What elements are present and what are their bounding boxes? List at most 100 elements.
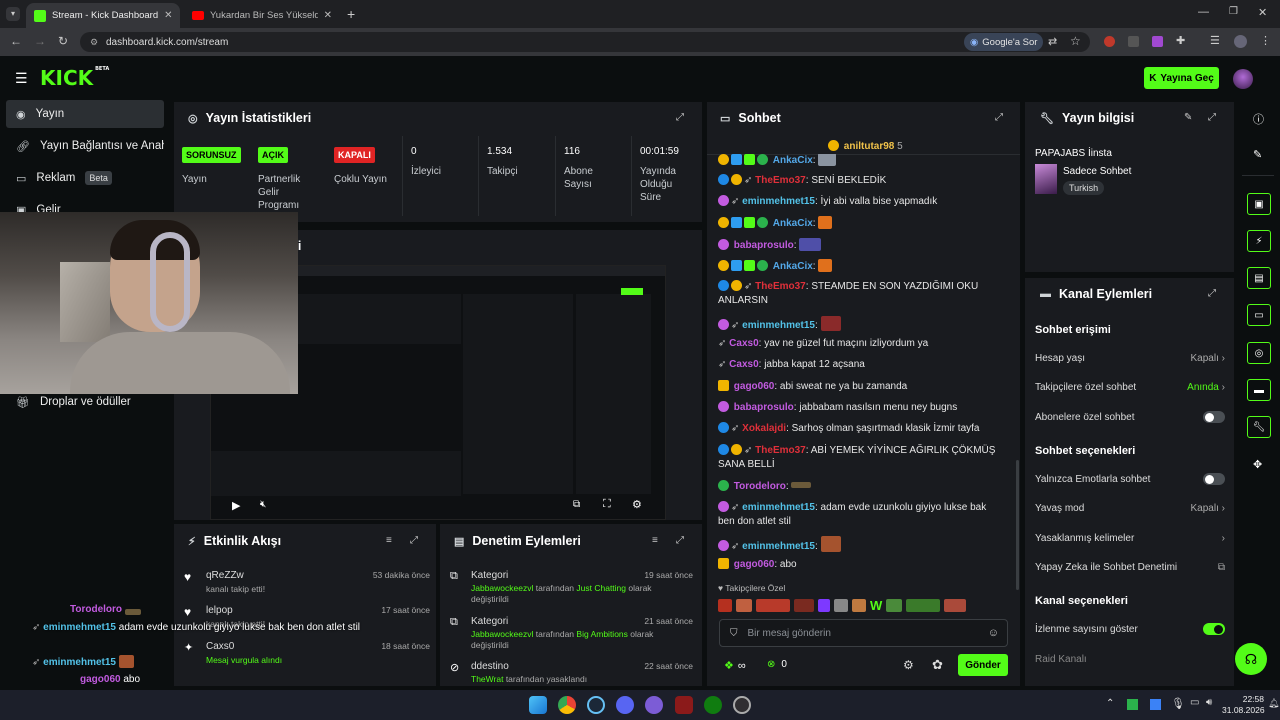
mute-icon[interactable]: 🔇︎ bbox=[260, 499, 266, 510]
extension-icon[interactable] bbox=[1152, 36, 1163, 47]
translate-icon[interactable]: ⇄ bbox=[1048, 35, 1057, 48]
bookmark-star-icon[interactable]: ☆ bbox=[1070, 34, 1081, 48]
pencil-icon[interactable]: ✎ bbox=[1253, 148, 1262, 161]
close-window-button[interactable]: ✕ bbox=[1258, 6, 1267, 19]
xbox-icon[interactable] bbox=[704, 696, 722, 714]
edit-icon[interactable]: ✎ bbox=[1184, 112, 1192, 123]
emote-icon[interactable] bbox=[736, 598, 752, 612]
expand-icon[interactable]: ⤢ bbox=[410, 535, 418, 546]
more-widgets-icon[interactable]: ✥ bbox=[1253, 458, 1262, 471]
emote-icon[interactable] bbox=[818, 598, 830, 612]
tray-chevron-icon[interactable]: ⌃ bbox=[1106, 698, 1114, 709]
discord-icon[interactable] bbox=[616, 696, 634, 714]
chat-username[interactable]: Caxs0 bbox=[729, 359, 758, 370]
discord-ptb-icon[interactable] bbox=[645, 696, 663, 714]
network-icon[interactable]: ▭ bbox=[1190, 697, 1199, 708]
chat-username[interactable]: Caxs0 bbox=[729, 338, 758, 349]
back-icon[interactable]: ← bbox=[10, 34, 22, 48]
chat-username[interactable]: AnkaCix bbox=[773, 261, 813, 272]
fullscreen-icon[interactable]: ⛶ bbox=[603, 498, 611, 511]
filter-icon[interactable]: ≡ bbox=[386, 535, 392, 546]
expand-icon[interactable]: ⤢ bbox=[1208, 288, 1216, 299]
sidebar-item-reklam[interactable]: ▭ Reklam Beta bbox=[6, 164, 164, 192]
emote-icon[interactable] bbox=[756, 598, 790, 612]
chat-username[interactable]: eminmehmet15 bbox=[742, 502, 815, 513]
notification-bell-icon[interactable]: 🔔︎ bbox=[1268, 698, 1279, 709]
settings-gear-icon[interactable]: ⚙ bbox=[632, 498, 642, 511]
tab-youtube[interactable]: Yukardan Bir Ses Yükseldi - Pab ✕ bbox=[184, 3, 340, 28]
setting-subscribers-only[interactable]: Abonelere özel sohbet bbox=[1035, 410, 1225, 424]
widget-button-video[interactable]: ▣ bbox=[1247, 193, 1271, 215]
sidebar-item-yayin[interactable]: ◉ Yayın bbox=[6, 100, 164, 128]
hamburger-menu-icon[interactable]: ☰ bbox=[15, 70, 28, 87]
emote-icon[interactable] bbox=[718, 598, 732, 612]
setting-raid-channel[interactable]: Raid Kanalı bbox=[1035, 652, 1225, 666]
widget-button-actions[interactable]: ▬ bbox=[1247, 379, 1271, 401]
send-button[interactable]: Gönder bbox=[958, 654, 1008, 676]
steam-icon[interactable] bbox=[587, 696, 605, 714]
tab-kick-dashboard[interactable]: Stream - Kick Dashboard ✕ bbox=[26, 3, 180, 28]
expand-icon[interactable]: ⤢ bbox=[676, 535, 684, 546]
chat-settings-icon[interactable]: ⚙ bbox=[903, 658, 914, 672]
extension-icon[interactable] bbox=[1104, 36, 1115, 47]
reload-icon[interactable]: ↻ bbox=[58, 34, 68, 48]
widget-button-stats[interactable]: ◎ bbox=[1247, 342, 1271, 364]
chat-username[interactable]: AnkaCix bbox=[773, 218, 813, 229]
minimize-button[interactable]: — bbox=[1198, 6, 1209, 18]
close-icon[interactable]: ✕ bbox=[164, 10, 172, 21]
chat-username[interactable]: eminmehmet15 bbox=[742, 320, 815, 331]
avatar[interactable] bbox=[1233, 69, 1253, 89]
volume-icon[interactable]: 🔊︎ bbox=[1206, 697, 1212, 708]
setting-account-age[interactable]: Hesap yaşı Kapalı › bbox=[1035, 351, 1225, 365]
chat-username[interactable]: babaprosulo bbox=[734, 240, 794, 251]
setting-slow-mode[interactable]: Yavaş mod Kapalı › bbox=[1035, 501, 1225, 515]
widget-button-info[interactable]: 🔧︎ bbox=[1247, 416, 1271, 438]
emote-bar[interactable]: W bbox=[718, 597, 1008, 613]
go-live-button[interactable]: K Yayına Geç bbox=[1144, 67, 1219, 89]
chat-username[interactable]: TheEmo37 bbox=[755, 175, 806, 186]
chat-input[interactable]: ⛉ Bir mesaj gönderin ☺ bbox=[719, 619, 1008, 647]
profile-icon[interactable] bbox=[1234, 35, 1247, 48]
emotes-only-toggle[interactable] bbox=[1203, 473, 1225, 485]
emote-icon[interactable] bbox=[886, 598, 903, 612]
info-icon[interactable]: ⓘ bbox=[1253, 111, 1264, 127]
emote-icon[interactable] bbox=[834, 598, 848, 612]
viewcount-toggle[interactable] bbox=[1203, 623, 1225, 635]
setting-banned-words[interactable]: Yasaklanmış kelimeler › bbox=[1035, 531, 1225, 545]
support-button[interactable]: ☊ bbox=[1235, 643, 1267, 675]
tray-app-icon[interactable] bbox=[1127, 699, 1138, 710]
close-icon[interactable]: ✕ bbox=[324, 10, 332, 21]
obs-icon[interactable] bbox=[733, 696, 751, 714]
tray-app-icon[interactable] bbox=[1150, 699, 1161, 710]
chat-username[interactable]: AnkaCix bbox=[773, 155, 813, 166]
emote-icon[interactable] bbox=[852, 598, 866, 612]
chat-username[interactable]: eminmehmet15 bbox=[742, 541, 815, 552]
emote-icon[interactable] bbox=[906, 598, 941, 612]
maximize-button[interactable]: ❐ bbox=[1229, 6, 1238, 17]
setting-show-viewcount[interactable]: İzlenme sayısını göster bbox=[1035, 622, 1225, 636]
tab-list-button[interactable]: ▾ bbox=[6, 7, 20, 21]
chat-username[interactable]: Torodeloro bbox=[734, 481, 786, 492]
filter-icon[interactable]: ≡ bbox=[652, 535, 658, 546]
chat-username[interactable]: gago060 bbox=[734, 559, 775, 570]
chat-username[interactable]: TheEmo37 bbox=[755, 281, 806, 292]
sidebar-item-stream-key[interactable]: 🔗︎ Yayın Bağlantısı ve Anahtar bbox=[6, 132, 164, 160]
chat-username[interactable]: babaprosulo bbox=[734, 402, 794, 413]
chat-username[interactable]: eminmehmet15 bbox=[742, 196, 815, 207]
reading-list-icon[interactable]: ☰ bbox=[1210, 34, 1220, 47]
setting-followers-only[interactable]: Takipçilere özel sohbet Anında › bbox=[1035, 380, 1225, 394]
expand-icon[interactable]: ⤢ bbox=[1208, 112, 1216, 123]
browser-menu-icon[interactable]: ⋮ bbox=[1260, 34, 1271, 47]
chrome-icon[interactable] bbox=[558, 696, 576, 714]
forward-icon[interactable]: → bbox=[34, 34, 46, 48]
extensions-puzzle-icon[interactable]: ✚ bbox=[1176, 34, 1185, 47]
widget-button-chat[interactable]: ▭ bbox=[1247, 304, 1271, 326]
chat-username[interactable]: Xokalajdi bbox=[742, 423, 786, 434]
emoji-icon[interactable]: ☺ bbox=[988, 627, 999, 639]
new-tab-button[interactable]: + bbox=[347, 6, 355, 22]
site-info-icon[interactable]: ⚙ bbox=[90, 37, 98, 48]
emote-icon[interactable] bbox=[794, 598, 814, 612]
setting-emotes-only[interactable]: Yalnızca Emotlarla sohbet bbox=[1035, 472, 1225, 486]
kick-logo[interactable]: KICK BETA bbox=[40, 66, 109, 90]
subscribers-only-toggle[interactable] bbox=[1203, 411, 1225, 423]
